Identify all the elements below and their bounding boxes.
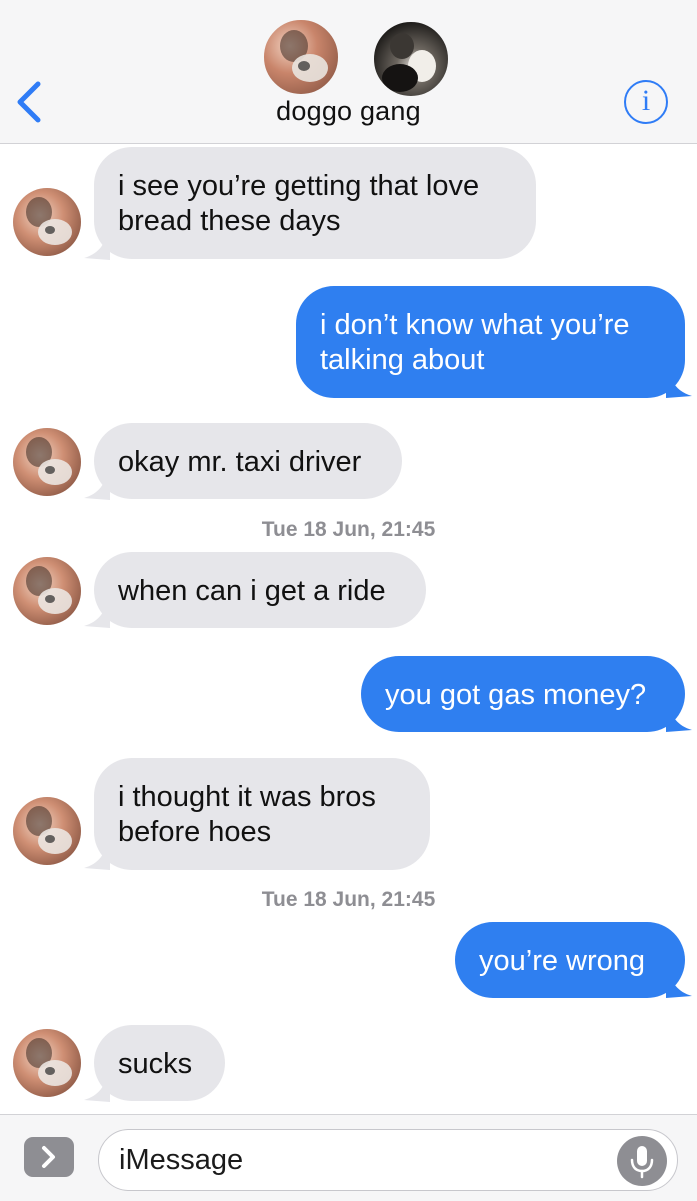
apps-button[interactable] [24, 1137, 74, 1177]
message-bubble[interactable]: i see you’re getting that love bread the… [94, 147, 536, 259]
sender-avatar[interactable] [13, 428, 81, 496]
timestamp: Tue 18 Jun, 21:45 [261, 518, 436, 541]
conversation-header: doggo gang i [0, 0, 697, 144]
group-member-avatar [372, 20, 450, 98]
chevron-right-icon [42, 1146, 55, 1168]
message-bubble[interactable]: sucks [94, 1025, 225, 1101]
info-icon: i [641, 84, 651, 117]
conversation-title[interactable]: doggo gang [0, 96, 697, 127]
info-button[interactable]: i [624, 80, 668, 124]
message-bubble[interactable]: you got gas money? [361, 656, 685, 732]
sender-avatar[interactable] [13, 1029, 81, 1097]
group-member-avatar [262, 18, 340, 96]
dictation-button[interactable] [617, 1136, 667, 1186]
timestamp: Tue 18 Jun, 21:45 [261, 888, 436, 911]
message-bubble[interactable]: okay mr. taxi driver [94, 423, 402, 499]
compose-bar [0, 1114, 697, 1201]
message-bubble[interactable]: i don’t know what you’re talking about [296, 286, 685, 398]
sender-avatar[interactable] [13, 188, 81, 256]
microphone-icon [630, 1146, 654, 1179]
message-input[interactable] [98, 1129, 678, 1191]
message-bubble[interactable]: i thought it was bros before hoes [94, 758, 430, 870]
message-bubble[interactable]: you’re wrong [455, 922, 685, 998]
sender-avatar[interactable] [13, 557, 81, 625]
sender-avatar[interactable] [13, 797, 81, 865]
message-bubble[interactable]: when can i get a ride [94, 552, 426, 628]
group-avatars[interactable] [262, 18, 452, 98]
